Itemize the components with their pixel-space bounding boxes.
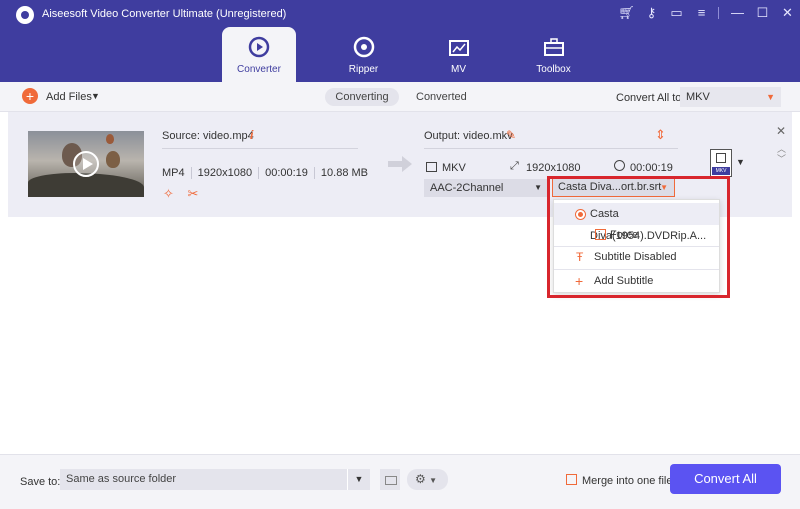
settings-button[interactable]: ⚙ ▼ (407, 469, 448, 490)
source-resolution: 1920x1080 (190, 167, 258, 179)
source-format: MP4 (162, 167, 185, 179)
video-thumbnail[interactable] (28, 131, 144, 197)
balloon-graphic (106, 151, 120, 168)
source-size: 10.88 MB (313, 167, 374, 179)
feedback-icon[interactable]: ▭ (664, 0, 689, 26)
open-folder-icon[interactable] (380, 469, 400, 490)
edit-tools: ✧ ✂ (163, 186, 208, 202)
balloon-graphic (106, 134, 114, 144)
add-files-button[interactable]: Add Files (46, 91, 92, 103)
mv-icon (448, 40, 469, 56)
format-dropdown-icon[interactable]: ▼ (736, 157, 745, 167)
convert-all-button[interactable]: Convert All (670, 464, 781, 494)
app-logo-icon (16, 6, 34, 24)
clock-icon (614, 160, 625, 171)
resolution-icon: ⤢ (510, 160, 519, 172)
format-badge: MKV (712, 167, 730, 175)
tab-label: Toolbox (536, 64, 571, 75)
converter-icon (248, 36, 270, 58)
merge-checkbox[interactable] (566, 474, 577, 485)
film-icon (426, 162, 437, 172)
audio-track-select[interactable]: AAC-2Channel ▼ (424, 179, 548, 197)
controls-divider (718, 7, 719, 19)
chevron-down-icon: ▼ (534, 183, 542, 192)
chevron-down-icon[interactable]: ▼ (347, 469, 370, 490)
chevron-down-icon: ▼ (766, 92, 775, 102)
divider (162, 148, 358, 149)
edit-name-icon[interactable]: ✎ (506, 128, 516, 142)
tab-converting[interactable]: Converting (325, 88, 399, 106)
toolbox-icon (543, 38, 564, 56)
divider (424, 148, 678, 149)
scissors-icon[interactable]: ✂ (188, 186, 199, 201)
highlight-annotation (547, 176, 730, 298)
output-duration: 00:00:19 (630, 162, 673, 174)
info-icon[interactable]: i (250, 128, 253, 142)
magic-wand-icon[interactable]: ✧ (163, 186, 174, 201)
save-to-label: Save to: (20, 476, 61, 488)
source-duration: 00:00:19 (258, 167, 314, 179)
convert-all-to-label: Convert All to: (616, 92, 685, 104)
tab-label: Converter (237, 64, 281, 75)
output-format-button[interactable]: MKV (710, 149, 732, 177)
merge-label: Merge into one file (582, 475, 673, 487)
close-icon[interactable]: ✕ (775, 0, 800, 26)
convert-all-format-value: MKV (686, 91, 710, 103)
remove-item-icon[interactable]: ✕ (776, 124, 786, 138)
key-icon[interactable]: ⚷ (639, 0, 664, 26)
output-filename: Output: video.mkv (424, 130, 513, 142)
arrow-right-icon (388, 156, 412, 172)
chevron-down-icon: ▼ (429, 476, 438, 485)
tab-converter[interactable]: Converter (222, 27, 296, 82)
main-nav: Converter Ripper MV Toolbox (222, 27, 601, 82)
source-meta: MP4 1920x1080 00:00:19 10.88 MB (162, 167, 374, 179)
tab-ripper[interactable]: Ripper (316, 27, 411, 82)
convert-all-format-select[interactable]: MKV ▼ (680, 87, 781, 107)
output-format: MKV (442, 162, 466, 174)
tab-label: Ripper (348, 64, 379, 75)
ripper-icon (353, 36, 374, 58)
audio-track-value: AAC-2Channel (430, 182, 504, 194)
output-resolution: 1920x1080 (526, 162, 581, 174)
add-files-dropdown-icon[interactable]: ▼ (91, 91, 100, 101)
tab-converted[interactable]: Converted (416, 88, 467, 106)
window-controls: 🛒︎ ⚷ ▭ ≡ — ☐ ✕ (614, 0, 800, 26)
source-filename: Source: video.mp4 (162, 130, 254, 142)
move-down-icon[interactable]: ﹀ (777, 152, 786, 165)
play-icon[interactable] (73, 151, 99, 177)
tab-label: MV (451, 64, 466, 75)
tab-toolbox[interactable]: Toolbox (506, 27, 601, 82)
add-files-plus-icon[interactable]: + (22, 88, 38, 104)
film-reel-icon (716, 153, 726, 163)
toolbar: + Add Files ▼ Converting Converted Conve… (0, 82, 800, 112)
maximize-icon[interactable]: ☐ (750, 0, 775, 26)
menu-icon[interactable]: ≡ (689, 0, 714, 26)
title-bar: Aiseesoft Video Converter Ultimate (Unre… (0, 0, 800, 82)
app-title: Aiseesoft Video Converter Ultimate (Unre… (42, 8, 287, 20)
footer-bar: Save to: Same as source folder ▼ ⚙ ▼ Mer… (0, 454, 800, 509)
save-path-field[interactable]: Same as source folder (60, 469, 347, 490)
gear-icon: ⚙ (415, 472, 426, 486)
minimize-icon[interactable]: — (725, 0, 750, 26)
compress-icon[interactable]: ⇕ (655, 127, 666, 143)
tab-mv[interactable]: MV (411, 27, 506, 82)
cart-icon[interactable]: 🛒︎ (614, 0, 639, 26)
